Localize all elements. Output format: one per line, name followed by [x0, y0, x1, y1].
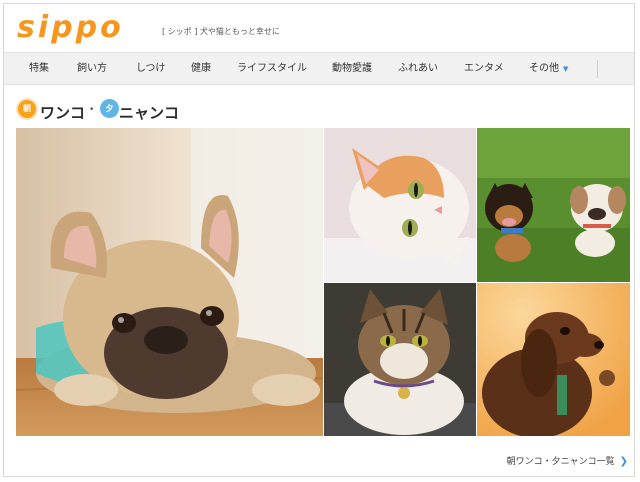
sun-icon: 朝 [18, 100, 36, 118]
nav-divider [597, 60, 598, 78]
photo-dachshund[interactable] [477, 283, 630, 436]
more-link[interactable]: 朝ワンコ・夕ニャンコ一覧 ❯ [507, 454, 628, 467]
nav-item-features[interactable]: 特集 [29, 53, 49, 84]
site-tagline: [ シッポ ] 犬や猫ともっと幸せに [162, 27, 280, 36]
nav-item-health[interactable]: 健康 [191, 53, 211, 84]
photo-two-dogs[interactable] [477, 128, 630, 282]
section-title-wanko: ワンコ [40, 104, 86, 122]
nav-item-interaction[interactable]: ふれあい [398, 53, 438, 84]
section-title-nyanko: ニャンコ [119, 104, 180, 122]
site-header: sippo [ シッポ ] 犬や猫ともっと幸せに [4, 4, 634, 52]
photo-tabby-cat[interactable] [324, 283, 476, 436]
nav-item-animal-welfare[interactable]: 動物愛護 [332, 53, 372, 84]
nav-item-other-label: その他 [529, 63, 559, 74]
nav-item-lifestyle[interactable]: ライフスタイル [237, 53, 307, 84]
nav-item-training[interactable]: しつけ [136, 53, 165, 84]
nav-item-entertainment[interactable]: エンタメ [464, 53, 504, 84]
site-logo[interactable]: sippo [17, 10, 124, 46]
page-frame: sippo [ シッポ ] 犬や猫ともっと幸せに 特集 飼い方 しつけ 健康 ラ… [3, 3, 635, 477]
moon-icon: 夕 [100, 99, 119, 118]
nav-item-care[interactable]: 飼い方 [77, 53, 107, 84]
section-heading: 朝 ワンコ • 夕 ニャンコ [16, 98, 216, 124]
chevron-right-icon: ❯ [619, 456, 628, 467]
moon-icon-label: 夕 [105, 104, 114, 113]
main-nav: 特集 飼い方 しつけ 健康 ライフスタイル 動物愛護 ふれあい エンタメ その他… [4, 52, 634, 85]
nav-item-other[interactable]: その他 ▼ [529, 53, 568, 84]
caret-down-icon: ▼ [563, 65, 569, 73]
sun-icon-label: 朝 [23, 104, 31, 113]
section-title-dot: • [89, 105, 95, 115]
more-link-label: 朝ワンコ・夕ニャンコ一覧 [506, 457, 615, 467]
photo-white-cat[interactable] [324, 128, 476, 282]
photo-french-bulldog[interactable] [16, 128, 323, 436]
